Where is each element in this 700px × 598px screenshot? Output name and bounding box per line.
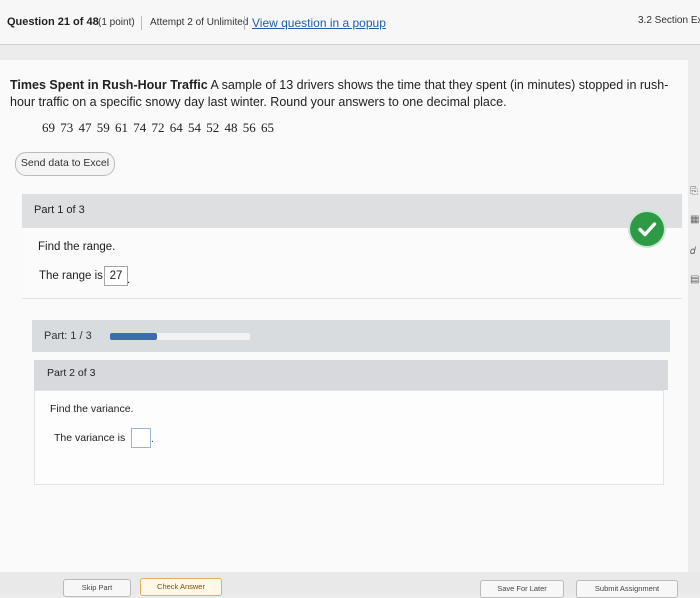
section-label: 3.2 Section Exer — [638, 15, 700, 26]
divider — [141, 16, 142, 30]
tool-icon[interactable]: ⎘ — [690, 186, 698, 197]
part1-answer-label: The range is — [39, 270, 103, 282]
question-points: (1 point) — [98, 17, 135, 28]
problem-statement: Times Spent in Rush-Hour Traffic A sampl… — [10, 77, 685, 111]
part2-header — [34, 360, 668, 390]
part1-question: Find the range. — [38, 241, 116, 253]
question-number: Question 21 of 48 — [7, 16, 99, 28]
check-answer-button[interactable]: Check Answer — [140, 578, 222, 596]
part1-answer-suffix: . — [127, 274, 131, 286]
divider — [244, 16, 245, 30]
skip-part-button[interactable]: Skip Part — [63, 579, 131, 597]
view-popup-link[interactable]: View question in a popup — [252, 16, 386, 30]
part1-header-label: Part 1 of 3 — [34, 204, 85, 216]
submit-assignment-button[interactable]: Submit Assignment — [576, 580, 678, 598]
part1-body — [22, 228, 682, 299]
formula-icon[interactable]: 𝑑 — [690, 246, 696, 257]
part1-header — [22, 194, 682, 228]
attempt-label: Attempt 2 of Unlimited — [150, 17, 249, 28]
data-values: 69 73 47 59 61 74 72 64 54 52 48 56 65 — [42, 120, 274, 135]
variance-answer-field[interactable] — [131, 428, 151, 448]
check-icon-svg — [638, 222, 657, 237]
part-progress-label: Part: 1 / 3 — [44, 330, 92, 342]
send-to-excel-button[interactable]: Send data to Excel — [15, 152, 115, 176]
part2-header-label: Part 2 of 3 — [47, 367, 96, 379]
calculator-icon[interactable]: ▦ — [690, 214, 699, 225]
check-icon — [630, 212, 664, 246]
part2-question: Find the variance. — [50, 403, 134, 415]
save-for-later-button[interactable]: Save For Later — [480, 580, 564, 598]
problem-title: Times Spent in Rush-Hour Traffic — [10, 78, 208, 92]
part2-answer-label: The variance is — [54, 432, 126, 444]
range-answer-field[interactable]: 27 — [104, 266, 128, 286]
table-icon[interactable]: ▤ — [690, 274, 699, 285]
part-progress-fill — [110, 333, 157, 340]
part2-answer-suffix: . — [151, 434, 154, 445]
